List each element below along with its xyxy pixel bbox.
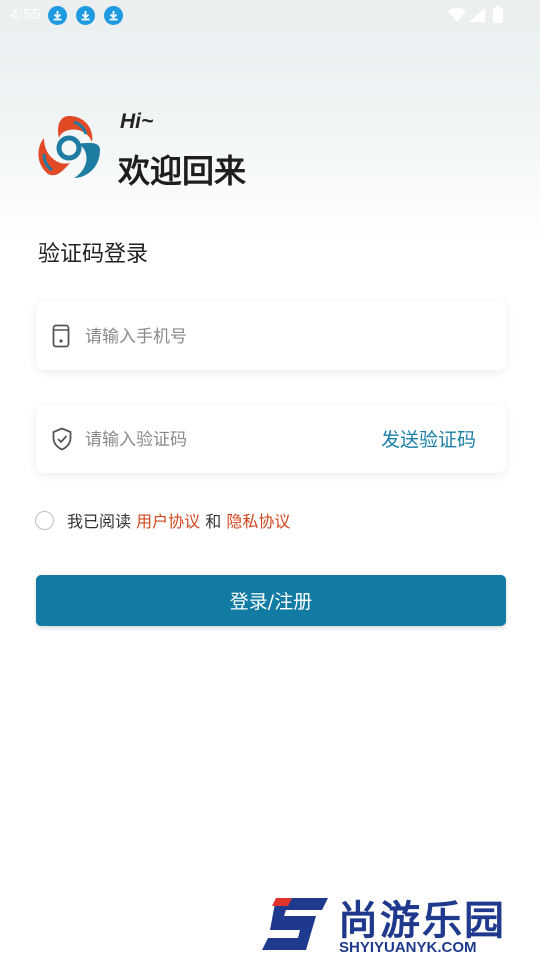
phone-icon (52, 324, 70, 348)
status-bar: 4:55 (0, 0, 540, 30)
watermark-s-logo (262, 898, 328, 950)
status-time: 4:55 (10, 6, 42, 23)
watermark-english: SHYIYUANYK.COM (339, 939, 477, 956)
code-input[interactable] (83, 423, 347, 457)
agreement-conjunction: 和 (205, 512, 222, 531)
agreement-checkbox[interactable] (35, 510, 54, 530)
app-logo (38, 116, 100, 178)
code-field-card: 发送验证码 (36, 405, 506, 473)
download-icon (76, 6, 95, 25)
battery-icon (493, 6, 503, 23)
wifi-icon (448, 8, 466, 22)
greeting-text: Hi~ (120, 110, 154, 133)
send-code-button[interactable]: 发送验证码 (381, 425, 476, 452)
shield-check-icon (52, 427, 72, 451)
watermark-chinese: 尚游乐园 (338, 898, 506, 944)
download-icon (104, 6, 123, 25)
page-title: 验证码登录 (38, 242, 149, 267)
welcome-title: 欢迎回来 (118, 152, 247, 190)
download-icon (48, 6, 67, 25)
site-watermark: 尚游乐园 SHYIYUANYK.COM (262, 888, 540, 960)
privacy-agreement-link[interactable]: 隐私协议 (226, 508, 290, 532)
phone-input[interactable] (83, 320, 347, 354)
agreement-prefix: 我已阅读 (67, 512, 132, 531)
agreement-row: 我已阅读 用户协议 和 隐私协议 (35, 508, 290, 532)
signal-icon (469, 8, 485, 22)
user-agreement-link[interactable]: 用户协议 (136, 508, 200, 532)
login-register-button[interactable]: 登录/注册 (36, 575, 506, 626)
phone-field-card (36, 302, 506, 370)
